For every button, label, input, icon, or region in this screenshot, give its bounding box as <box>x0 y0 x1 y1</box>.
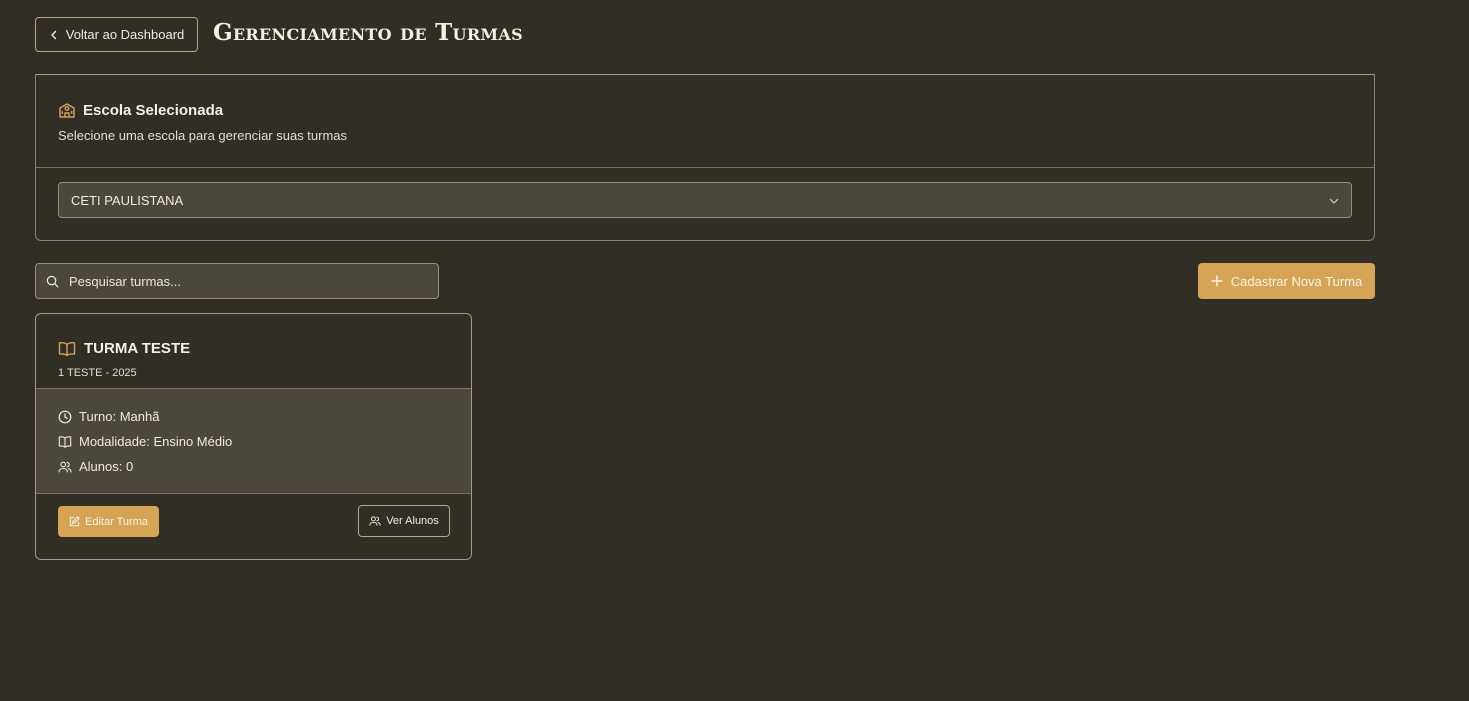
edit-class-button-label: Editar Turma <box>85 515 148 528</box>
new-class-button-label: Cadastrar Nova Turma <box>1230 273 1363 289</box>
class-card-actions: Editar Turma Ver Alunos <box>36 494 471 559</box>
class-card-header: TURMA TESTE 1 TESTE - 2025 <box>36 314 471 389</box>
class-students-row: Alunos: 0 <box>58 454 449 479</box>
search-icon <box>46 275 59 287</box>
view-students-button-label: Ver Alunos <box>386 515 439 527</box>
search-field[interactable] <box>35 263 439 299</box>
view-students-button[interactable]: Ver Alunos <box>358 505 450 537</box>
users-icon <box>369 516 381 526</box>
school-card-description: Selecione uma escola para gerenciar suas… <box>58 128 348 143</box>
book-open-icon <box>58 341 76 356</box>
school-select-value: CETI PAULISTANA <box>71 192 184 208</box>
school-icon <box>59 103 75 118</box>
class-title-text: TURMA TESTE <box>84 340 191 357</box>
search-input[interactable] <box>69 273 409 289</box>
class-modality-row: Modalidade: Ensino Médio <box>58 429 449 454</box>
school-card-title-text: Escola Selecionada <box>83 101 224 119</box>
edit-icon <box>69 516 80 527</box>
class-subtitle: 1 TESTE - 2025 <box>58 367 137 379</box>
edit-class-button[interactable]: Editar Turma <box>58 506 159 537</box>
plus-icon <box>1211 275 1223 287</box>
book-open-icon <box>58 435 72 448</box>
class-card: TURMA TESTE 1 TESTE - 2025 Turno: Manhã … <box>35 313 472 560</box>
class-details: Turno: Manhã Modalidade: Ensino Médio Al… <box>36 389 471 494</box>
class-modality: Modalidade: Ensino Médio <box>79 434 233 449</box>
page-title: Gerenciamento de Turmas <box>213 19 523 46</box>
school-selection-card: Escola Selecionada Selecione uma escola … <box>35 74 1375 241</box>
class-shift: Turno: Manhã <box>79 409 160 424</box>
new-class-button[interactable]: Cadastrar Nova Turma <box>1198 263 1375 299</box>
class-title: TURMA TESTE <box>58 340 190 357</box>
chevron-left-icon <box>51 30 56 39</box>
back-to-dashboard-button[interactable]: Voltar ao Dashboard <box>35 17 198 52</box>
chevron-down-icon <box>1329 198 1339 204</box>
users-icon <box>58 461 72 473</box>
school-card-header: Escola Selecionada Selecione uma escola … <box>36 75 1374 168</box>
class-shift-row: Turno: Manhã <box>58 404 449 429</box>
school-select[interactable]: CETI PAULISTANA <box>58 182 1352 218</box>
class-students-count: Alunos: 0 <box>79 459 134 474</box>
clock-icon <box>58 410 72 423</box>
back-button-label: Voltar ao Dashboard <box>65 27 185 42</box>
school-card-title: Escola Selecionada <box>58 101 223 119</box>
